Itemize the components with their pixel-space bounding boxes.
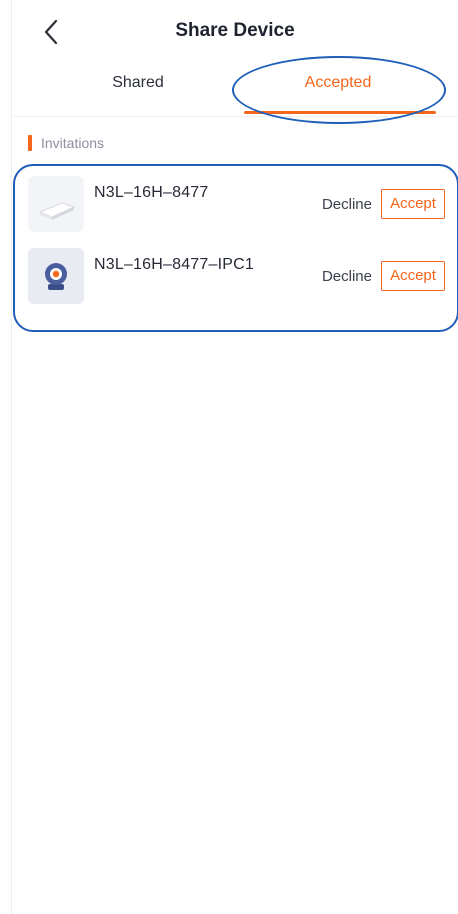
camera-device-icon bbox=[28, 248, 84, 304]
list-item: N3L–16H–8477–IPC1 Decline Accept bbox=[28, 248, 448, 308]
page-title: Share Device bbox=[175, 20, 295, 41]
decline-button[interactable]: Decline bbox=[322, 196, 372, 213]
section-header: Invitations bbox=[28, 134, 104, 152]
nvr-device-icon bbox=[28, 176, 84, 232]
device-name: N3L–16H–8477–IPC1 bbox=[94, 256, 254, 273]
tab-bar: Shared Accepted bbox=[12, 64, 458, 117]
decline-button[interactable]: Decline bbox=[322, 268, 372, 285]
accept-button[interactable]: Accept bbox=[381, 189, 445, 219]
top-bar: Share Device bbox=[12, 0, 458, 64]
tab-shared[interactable]: Shared bbox=[38, 74, 238, 92]
active-tab-indicator bbox=[244, 111, 436, 114]
device-thumbnail bbox=[28, 176, 84, 232]
section-accent-bar bbox=[28, 135, 32, 151]
device-thumbnail bbox=[28, 248, 84, 304]
list-item: N3L–16H–8477 Decline Accept bbox=[28, 176, 448, 236]
accept-button[interactable]: Accept bbox=[381, 261, 445, 291]
section-title: Invitations bbox=[41, 135, 105, 151]
device-name: N3L–16H–8477 bbox=[94, 184, 209, 201]
tab-accepted[interactable]: Accepted bbox=[238, 74, 438, 92]
